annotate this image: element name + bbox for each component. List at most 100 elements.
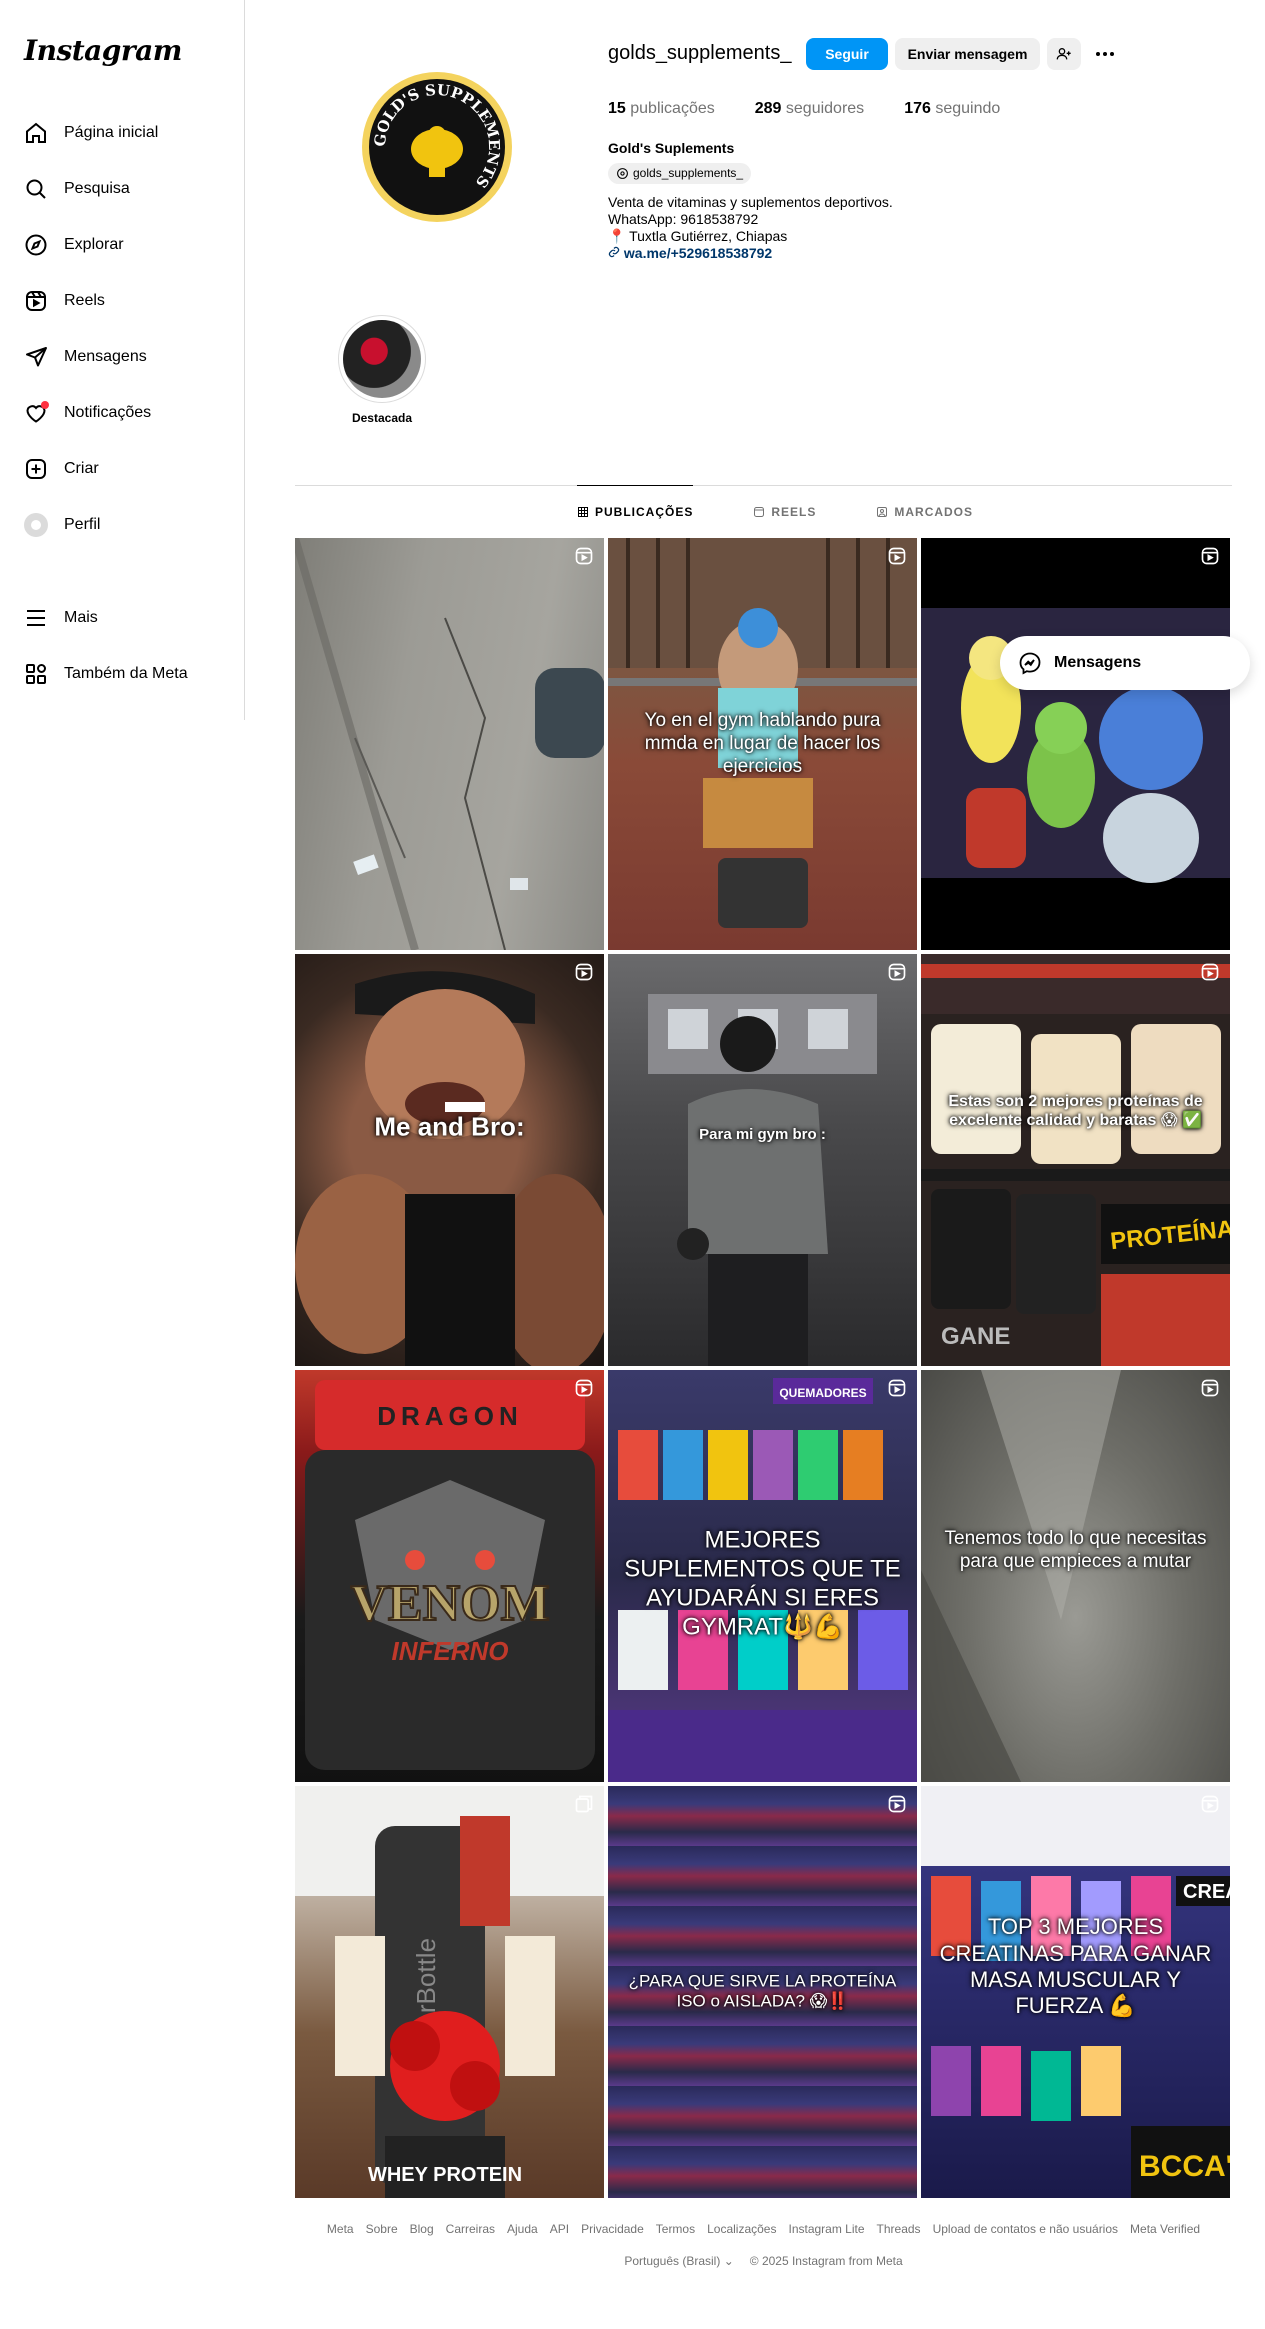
quemadores-sign: QUEMADORES (779, 1386, 866, 1400)
footer-link[interactable]: Meta (327, 2222, 354, 2236)
reels-icon (754, 507, 765, 517)
gym-man-image (648, 994, 877, 1366)
sidebar-item-profile[interactable]: Perfil (12, 497, 232, 553)
profile-avatar[interactable]: GOLD'S SUPPLEMENTS (362, 72, 512, 222)
posts-grid: Yo en el gym hablando pura mmda en lugar… (295, 538, 1230, 2198)
profile-bio: Gold's Suplements golds_supplements_ Ven… (608, 140, 893, 262)
footer-link[interactable]: Termos (656, 2222, 695, 2236)
threads-icon (617, 168, 628, 179)
footer-link[interactable]: Blog (410, 2222, 434, 2236)
sidebar-item-label: Também da Meta (64, 665, 188, 682)
reel-badge-icon (1201, 1795, 1219, 1813)
svg-text:GANE: GANE (941, 1323, 1010, 1350)
shaker-gift-image: BlenderBottle WHEY PROTEIN (295, 1786, 604, 2198)
sidebar-item-label: Explorar (64, 236, 124, 253)
sidebar-item-more[interactable]: Mais (12, 590, 232, 646)
home-icon (24, 121, 48, 145)
threads-badge[interactable]: golds_supplements_ (608, 163, 752, 184)
footer-link[interactable]: Sobre (366, 2222, 398, 2236)
sidebar-nav: Página inicial Pesquisa Explorar Reels M… (12, 105, 232, 553)
post-caption: Tenemos todo lo que necesitas para que e… (944, 1528, 1207, 1573)
tab-tagged[interactable]: MARCADOS (876, 486, 973, 538)
send-message-button[interactable]: Enviar mensagem (895, 38, 1040, 70)
sidebar-item-create[interactable]: Criar (12, 441, 232, 497)
highlight-label: Destacada (351, 411, 413, 425)
tag-user-icon (877, 507, 888, 517)
chevron-down-icon: ⌄ (723, 2254, 734, 2268)
sidebar-item-label: Reels (64, 292, 105, 309)
sidebar-item-explore[interactable]: Explorar (12, 217, 232, 273)
avatar-icon (24, 513, 48, 537)
footer-link[interactable]: Ajuda (507, 2222, 538, 2236)
footer-link[interactable]: API (550, 2222, 569, 2236)
sidebar-more: Mais Também da Meta (12, 590, 232, 702)
sidebar-item-search[interactable]: Pesquisa (12, 161, 232, 217)
add-user-icon (1056, 48, 1071, 60)
footer-links: Meta Sobre Blog Carreiras Ajuda API Priv… (295, 2222, 1232, 2236)
footer-link[interactable]: Privacidade (581, 2222, 644, 2236)
messages-floating-button[interactable]: Mensagens (1000, 636, 1250, 690)
suggest-user-button[interactable] (1047, 38, 1081, 70)
post-tile[interactable]: PROTEÍNAS GANE Estas son 2 mejores prote… (921, 954, 1230, 1366)
language-selector[interactable]: Português (Brasil) ⌄ (624, 2254, 733, 2268)
post-tile[interactable]: Me and Bro: (295, 954, 604, 1366)
footer-link[interactable]: Threads (877, 2222, 921, 2236)
tab-posts[interactable]: PUBLICAÇÕES (577, 485, 694, 537)
post-tile[interactable] (295, 538, 604, 950)
instagram-logo[interactable]: Instagram (24, 34, 182, 67)
reel-badge-icon (888, 1379, 906, 1397)
sidebar-item-label: Mensagens (64, 348, 147, 365)
post-caption: Me and Bro: (374, 1111, 525, 1142)
post-tile[interactable]: DRAGON VENOM INFERNO (295, 1370, 604, 1782)
followers-stat[interactable]: 289 seguidores (755, 100, 864, 118)
post-tile[interactable]: CREA BCCA'S TOP 3 MEJORES CREATINAS PARA… (921, 1786, 1230, 2198)
post-tile[interactable]: Tenemos todo lo que necesitas para que e… (921, 1370, 1230, 1782)
reel-badge-icon (1201, 1379, 1219, 1397)
copyright: © 2025 Instagram from Meta (749, 2254, 903, 2268)
sidebar-item-messages[interactable]: Mensagens (12, 329, 232, 385)
sidewalk-image (295, 538, 604, 950)
protein-shelves-image: PROTEÍNAS GANE (921, 954, 1230, 1366)
sidebar-item-meta[interactable]: Também da Meta (12, 646, 232, 702)
footer-link[interactable]: Carreiras (446, 2222, 495, 2236)
post-tile[interactable]: ¿PARA QUE SIRVE LA PROTEÍNA ISO o AISLAD… (608, 1786, 917, 2198)
messenger-icon (1019, 652, 1041, 675)
search-icon (24, 177, 48, 201)
bio-line: WhatsApp: 9618538792 (608, 211, 759, 227)
footer-link[interactable]: Upload de contatos e não usuários (933, 2222, 1118, 2236)
heart-icon (24, 401, 49, 425)
reels-icon (24, 289, 48, 313)
bio-line: Venta de vitaminas y suplementos deporti… (608, 194, 893, 210)
compass-icon (24, 233, 48, 257)
bio-link[interactable]: wa.me/+529618538792 (608, 245, 893, 262)
sidebar-item-notifications[interactable]: Notificações (12, 385, 232, 441)
notification-dot (41, 401, 49, 409)
post-tile[interactable]: Para mi gym bro : (608, 954, 917, 1366)
more-options-button[interactable] (1091, 38, 1119, 70)
footer-link[interactable]: Meta Verified (1130, 2222, 1200, 2236)
sidebar-item-label: Notificações (64, 404, 152, 421)
profile-username: golds_supplements_ (608, 42, 792, 64)
plus-square-icon (24, 457, 48, 481)
tab-reels[interactable]: REELS (753, 486, 816, 538)
footer-bottom: Português (Brasil) ⌄ © 2025 Instagram fr… (295, 2254, 1232, 2268)
following-stat[interactable]: 176 seguindo (904, 100, 1000, 118)
sidebar-item-reels[interactable]: Reels (12, 273, 232, 329)
sidebar-item-home[interactable]: Página inicial (12, 105, 232, 161)
sidebar-item-label: Página inicial (64, 124, 159, 141)
gold-logo: GOLD'S SUPPLEMENTS (369, 79, 505, 215)
post-caption: ¿PARA QUE SIRVE LA PROTEÍNA ISO o AISLAD… (628, 1971, 897, 2011)
menu-icon (24, 606, 48, 630)
follow-button[interactable]: Seguir (806, 38, 888, 70)
crea-sign: CREA (1183, 1881, 1230, 1903)
footer-link[interactable]: Localizações (707, 2222, 776, 2236)
post-tile[interactable]: QUEMADORES MEJORES SUPLEMENTOS QUE TE AY… (608, 1370, 917, 1782)
posts-stat: 15 publicações (608, 100, 715, 117)
post-tile[interactable]: Yo en el gym hablando pura mmda en lugar… (608, 538, 917, 950)
footer-link[interactable]: Instagram Lite (788, 2222, 864, 2236)
post-caption: Para mi gym bro : (699, 1126, 826, 1144)
story-highlight[interactable]: Destacada (338, 315, 426, 425)
post-tile[interactable] (921, 538, 1230, 950)
post-tile[interactable]: BlenderBottle WHEY PROTEIN (295, 1786, 604, 2198)
venom-sub-text: INFERNO (392, 1636, 509, 1666)
